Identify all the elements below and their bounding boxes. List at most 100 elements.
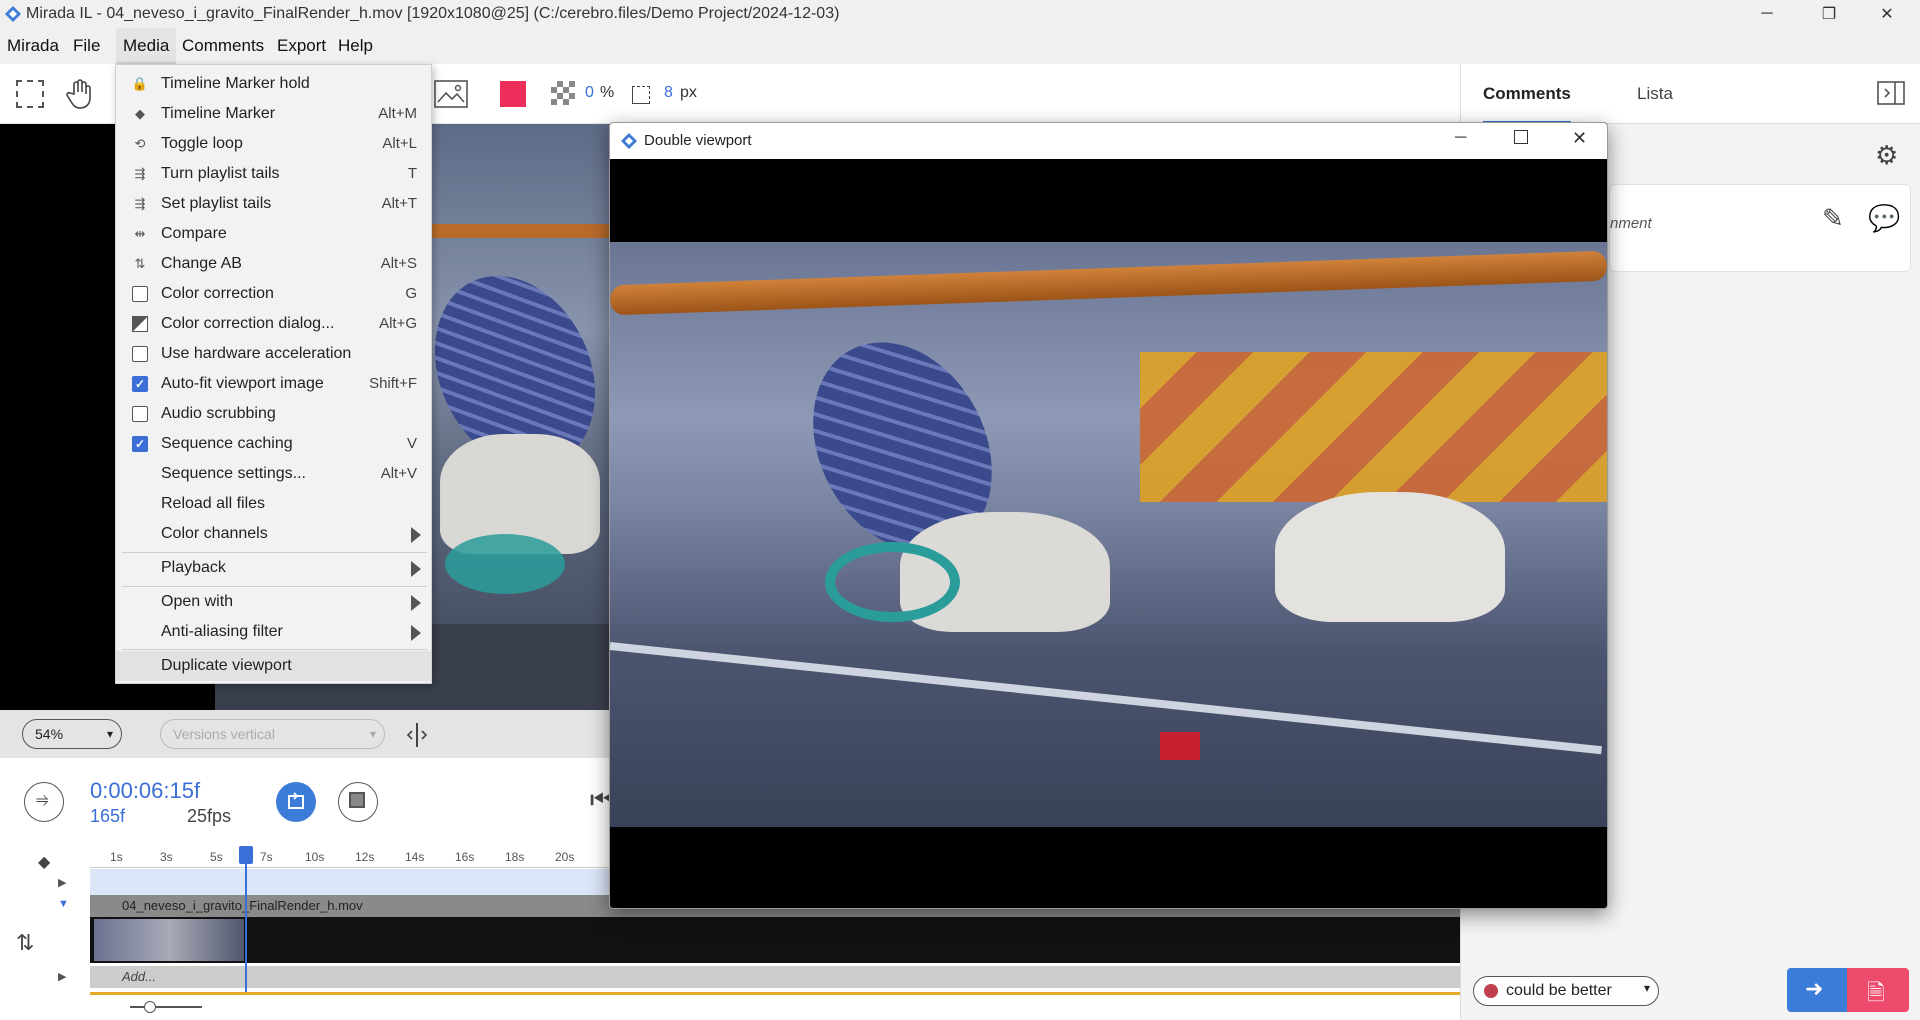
checkbox-unchecked[interactable]: [132, 346, 148, 362]
menu-item-auto-fit-viewport[interactable]: ✓ Auto-fit viewport image Shift+F: [116, 369, 431, 399]
close-button[interactable]: ✕: [1572, 128, 1587, 149]
menu-item-compare[interactable]: ⇹ Compare: [116, 219, 431, 249]
swap-icon[interactable]: ⇅: [16, 930, 34, 956]
export-pdf-button[interactable]: 🗎: [1847, 968, 1909, 1012]
versions-select[interactable]: Versions vertical ▾: [160, 719, 385, 749]
opacity-value[interactable]: 0: [585, 84, 594, 102]
double-viewport-window[interactable]: Double viewport ─ ✕: [609, 122, 1608, 909]
menu-item-shortcut: Alt+V: [380, 465, 417, 482]
video-comment-icon[interactable]: 💬: [1868, 203, 1900, 234]
expand-arrow-icon[interactable]: ▶: [58, 876, 66, 889]
menu-separator: [122, 649, 427, 650]
menu-help[interactable]: Help: [331, 28, 380, 64]
document-export-icon: 🗎: [1867, 980, 1885, 1005]
comment-input-card[interactable]: nment ✎ 💬: [1609, 184, 1911, 272]
menu-item-playback[interactable]: Playback: [116, 553, 431, 583]
draw-annotation-icon[interactable]: ✎: [1822, 203, 1844, 234]
comment-placeholder: nment: [1610, 215, 1652, 232]
gear-icon[interactable]: ⚙: [1875, 140, 1898, 171]
menu-item-hardware-acceleration[interactable]: Use hardware acceleration: [116, 339, 431, 369]
maximize-button[interactable]: [1514, 130, 1528, 144]
menu-media[interactable]: Media: [116, 28, 177, 64]
double-viewport-titlebar[interactable]: Double viewport ─ ✕: [610, 123, 1607, 159]
timecode[interactable]: 0:00:06:15f: [90, 778, 200, 804]
menu-item-sequence-caching[interactable]: ✓ Sequence caching V: [116, 429, 431, 459]
checkbox-checked[interactable]: ✓: [132, 436, 148, 452]
menu-item-set-playlist-tails[interactable]: ⇶ Set playlist tails Alt+T: [116, 189, 431, 219]
status-select[interactable]: could be better ▾: [1473, 976, 1659, 1006]
menu-item-timeline-marker[interactable]: ◆ Timeline Marker Alt+M: [116, 99, 431, 129]
menu-export[interactable]: Export: [270, 28, 333, 64]
minimize-button[interactable]: ─: [1738, 0, 1796, 28]
close-button[interactable]: ✕: [1858, 0, 1916, 28]
lock-icon: 🔒: [131, 76, 149, 91]
checkbox-unchecked[interactable]: [132, 406, 148, 422]
expand-arrow-icon[interactable]: ▶: [58, 970, 66, 983]
marker-diamond-icon[interactable]: ◆: [38, 852, 50, 872]
menu-mirada[interactable]: Mirada: [0, 28, 66, 64]
collapse-arrow-icon[interactable]: ▼: [58, 898, 69, 910]
menu-item-label: Timeline Marker: [161, 105, 276, 122]
split-compare-icon[interactable]: [405, 722, 429, 748]
menu-item-label: Turn playlist tails: [161, 165, 280, 182]
menu-item-reload-all-files[interactable]: Reload all files: [116, 489, 431, 519]
zoom-slider-handle[interactable]: [144, 1001, 156, 1013]
brush-size-value[interactable]: 8: [664, 84, 673, 102]
loop-icon: ⟲: [134, 136, 146, 151]
menu-item-change-ab[interactable]: ⇅ Change AB Alt+S: [116, 249, 431, 279]
selection-tool-icon[interactable]: [16, 80, 44, 108]
hose-shape: [445, 534, 565, 594]
chevron-down-icon: ▾: [106, 727, 113, 741]
menu-file[interactable]: File: [66, 28, 107, 64]
menu-item-label: Use hardware acceleration: [161, 345, 352, 362]
menu-item-toggle-loop[interactable]: ⟲ Toggle loop Alt+L: [116, 129, 431, 159]
menu-item-shortcut: Alt+T: [381, 195, 417, 212]
menu-item-color-correction[interactable]: Color correction G: [116, 279, 431, 309]
tab-lista[interactable]: Lista: [1637, 84, 1673, 104]
menu-item-label: Toggle loop: [161, 135, 243, 152]
duplicate-viewport-button[interactable]: [338, 782, 378, 822]
zoom-slider-track[interactable]: [130, 1006, 202, 1008]
red-toolbox: [1160, 732, 1200, 760]
restore-button[interactable]: ❐: [1800, 0, 1858, 28]
menu-item-anti-aliasing-filter[interactable]: Anti-aliasing filter: [116, 617, 431, 647]
menu-item-sequence-settings[interactable]: Sequence settings... Alt+V: [116, 459, 431, 489]
tails-icon: ⥤: [36, 791, 49, 808]
ruler-tick: 3s: [160, 850, 173, 864]
menu-item-color-correction-dialog[interactable]: Color correction dialog... Alt+G: [116, 309, 431, 339]
menu-item-label: Timeline Marker hold: [161, 75, 310, 92]
playhead[interactable]: [245, 846, 247, 992]
menu-comments[interactable]: Comments: [175, 28, 271, 64]
minimize-button[interactable]: ─: [1455, 129, 1466, 147]
playhead-handle[interactable]: [239, 846, 253, 864]
zoom-select[interactable]: 54% ▾: [22, 719, 122, 749]
hand-tool-icon[interactable]: [66, 78, 94, 110]
panel-collapse-icon[interactable]: [1877, 81, 1905, 105]
add-label: Add...: [122, 969, 156, 984]
menu-item-label: Duplicate viewport: [161, 657, 292, 674]
layers-icon: [349, 792, 365, 808]
playlist-tails-button[interactable]: ⥤: [24, 782, 64, 822]
menu-item-audio-scrubbing[interactable]: Audio scrubbing: [116, 399, 431, 429]
menu-item-label: Color channels: [161, 525, 268, 542]
tab-comments[interactable]: Comments: [1483, 84, 1571, 104]
checkbox-checked[interactable]: ✓: [132, 376, 148, 392]
image-icon[interactable]: [434, 80, 468, 108]
color-swatch[interactable]: [500, 81, 526, 107]
ruler-tick: 10s: [305, 850, 325, 864]
clip-track[interactable]: [90, 917, 1460, 963]
viewport-settings-bar: 54% ▾ Versions vertical ▾: [0, 710, 610, 758]
add-track-row[interactable]: Add...: [90, 966, 1460, 988]
menu-item-color-channels[interactable]: Color channels: [116, 519, 431, 549]
menu-item-duplicate-viewport[interactable]: Duplicate viewport: [116, 651, 431, 681]
opacity-checker-icon[interactable]: [551, 81, 575, 105]
checkbox-unchecked[interactable]: [132, 286, 148, 302]
menu-item-turn-playlist-tails[interactable]: ⇶ Turn playlist tails T: [116, 159, 431, 189]
hazard-wall: [1140, 352, 1607, 502]
menu-item-open-with[interactable]: Open with: [116, 587, 431, 617]
submenu-arrow-icon: [411, 561, 421, 577]
loop-button[interactable]: [276, 782, 316, 822]
menu-item-shortcut: Alt+L: [382, 135, 417, 152]
menu-item-timeline-marker-hold[interactable]: 🔒 Timeline Marker hold: [116, 69, 431, 99]
send-comment-button[interactable]: ➜: [1787, 968, 1847, 1012]
